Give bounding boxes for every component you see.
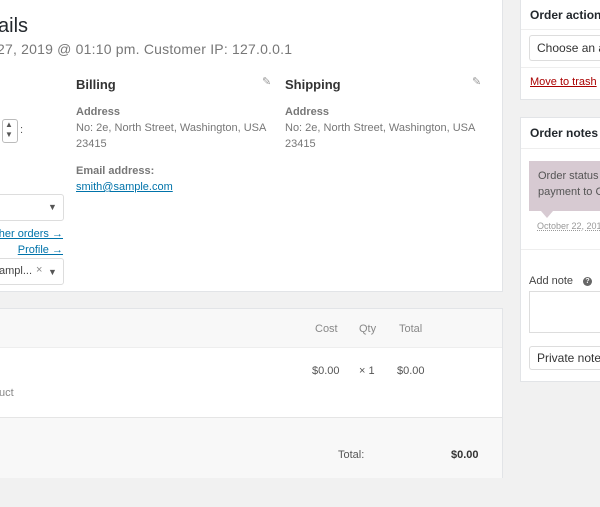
customer-other-orders-link[interactable]: other orders → — [0, 228, 63, 240]
order-total-label: Total: — [338, 449, 365, 461]
edit-shipping-pencil-icon[interactable]: ✎ — [472, 75, 481, 88]
customer-select[interactable]: ampl... × ▼ — [0, 258, 64, 285]
line-item-name: uct — [0, 387, 14, 399]
order-notes-title: Order notes — [530, 126, 599, 140]
total-column-header: Total — [399, 323, 423, 335]
order-actions-title: Order actions — [530, 8, 600, 22]
shipping-address-line-1: No: 2e, North Street, Washington, USA — [285, 122, 476, 134]
chevron-down-icon: ▼ — [48, 202, 57, 212]
time-stepper[interactable]: ▲ ▼ — [2, 119, 18, 143]
billing-heading: Billing — [76, 77, 116, 92]
items-header-row: Cost Qty Total — [0, 309, 502, 348]
order-items-panel: Cost Qty Total $0.00 × 1 $0.00 uct Total… — [0, 308, 503, 478]
order-meta: 27, 2019 @ 01:10 pm. Customer IP: 127.0.… — [0, 41, 293, 57]
order-action-select-value: Choose an a — [537, 41, 600, 55]
edit-billing-pencil-icon[interactable]: ✎ — [262, 75, 271, 88]
stepper-up-icon[interactable]: ▲ — [5, 120, 13, 129]
order-data-panel: ails 27, 2019 @ 01:10 pm. Customer IP: 1… — [0, 0, 503, 292]
line-item-total: $0.00 — [397, 365, 425, 377]
billing-address-line-2: 23415 — [76, 138, 107, 150]
order-total-row: Total: $0.00 — [0, 417, 502, 478]
notes-divider — [521, 249, 600, 250]
customer-select-value: ampl... — [0, 265, 33, 277]
shipping-address-label: Address — [285, 106, 330, 118]
note-date: October 22, 201 — [537, 221, 600, 231]
shipping-address-line-2: 23415 — [285, 138, 316, 150]
order-note-bubble: Order status c payment to C — [529, 161, 600, 211]
add-note-label: Add note — [529, 275, 574, 287]
order-action-select[interactable]: Choose an a — [529, 35, 600, 61]
stepper-down-icon[interactable]: ▼ — [5, 130, 13, 139]
line-item-row: $0.00 × 1 $0.00 uct — [0, 348, 502, 417]
qty-column-header: Qty — [359, 323, 377, 335]
clear-icon[interactable]: × — [36, 264, 42, 276]
billing-address-label: Address — [76, 106, 121, 118]
shipping-heading: Shipping — [285, 77, 341, 92]
billing-email-label: Email address: — [76, 165, 155, 177]
line-item-cost: $0.00 — [312, 365, 340, 377]
order-notes-box: Order notes Order status c payment to C … — [520, 117, 600, 382]
billing-email-link[interactable]: smith@sample.com — [76, 181, 173, 193]
chevron-down-icon: ▼ — [48, 267, 57, 277]
note-bubble-tail — [541, 211, 553, 218]
note-line-1: Order status c — [538, 170, 600, 182]
order-notes-header: Order notes — [521, 118, 600, 149]
actions-divider — [521, 67, 600, 68]
line-item-qty: × 1 — [359, 365, 375, 377]
billing-address-line-1: No: 2e, North Street, Washington, USA — [76, 122, 267, 134]
order-status-select[interactable]: ▼ — [0, 194, 64, 221]
page-title: ails — [0, 15, 29, 37]
order-actions-box: Order actions Choose an a Move to trash — [520, 0, 600, 100]
add-note-textarea[interactable] — [529, 291, 600, 333]
help-icon[interactable]: ? — [583, 277, 592, 286]
note-line-2: payment to C — [538, 186, 600, 198]
order-actions-header: Order actions — [521, 0, 600, 30]
customer-profile-link[interactable]: Profile → — [18, 244, 63, 256]
order-total-value: $0.00 — [451, 449, 479, 461]
note-type-select[interactable]: Private note — [529, 346, 600, 370]
note-type-select-value: Private note — [537, 351, 600, 365]
move-to-trash-link[interactable]: Move to trash — [530, 76, 597, 88]
time-separator: : — [20, 124, 24, 136]
cost-column-header: Cost — [315, 323, 338, 335]
